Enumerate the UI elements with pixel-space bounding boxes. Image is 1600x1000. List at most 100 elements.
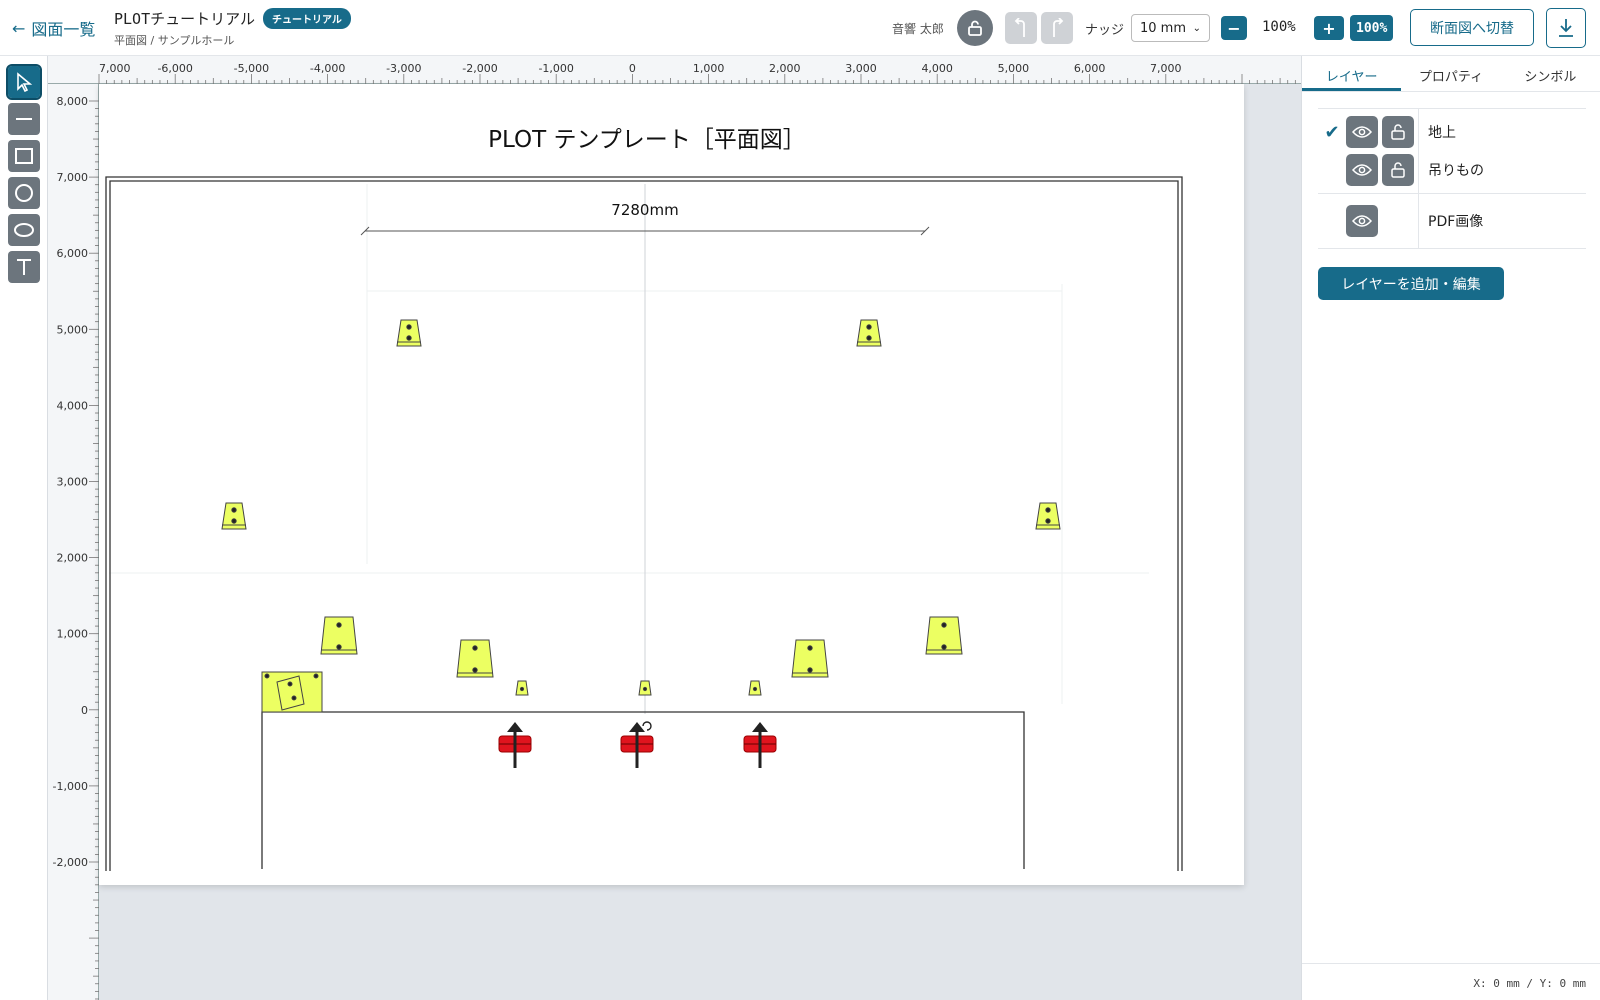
ruler-label: 3,000 bbox=[57, 476, 89, 489]
rectangle-tool[interactable] bbox=[8, 140, 40, 172]
download-icon bbox=[1559, 19, 1573, 37]
monitor-speaker-symbol[interactable] bbox=[925, 616, 963, 655]
zoom-reset-button[interactable]: 100% bbox=[1350, 15, 1394, 41]
drawing-toolbar bbox=[0, 56, 48, 1000]
rectangle-icon bbox=[15, 148, 33, 164]
small-speaker-symbol[interactable] bbox=[638, 680, 652, 696]
dimension-label: 7280mm bbox=[611, 201, 678, 219]
ruler-label: 6,000 bbox=[1074, 62, 1106, 75]
back-link-label: 図面一覧 bbox=[31, 20, 96, 39]
ruler-label: -2,000 bbox=[53, 856, 88, 869]
vertical-ruler: 8,000 7,000 6,000 5,000 4,000 3,000 2,000 1,000… bbox=[48, 84, 99, 1000]
speaker-symbols[interactable] bbox=[221, 319, 1061, 713]
undo-button[interactable] bbox=[1005, 12, 1037, 44]
ruler-label: 3,000 bbox=[845, 62, 877, 75]
ruler-label: 1,000 bbox=[57, 628, 89, 641]
tab-properties[interactable]: プロパティ bbox=[1401, 56, 1500, 91]
ruler-label: -5,000 bbox=[234, 62, 269, 75]
drawing-paper[interactable]: PLOT テンプレート［平面図］ 7280mm bbox=[99, 84, 1244, 885]
app-header: ← 図面一覧 PLOTチュートリアル チュートリアル 平面図 / サンプルホール… bbox=[0, 0, 1600, 56]
layer-row-ground[interactable]: ✔ 地上 bbox=[1318, 113, 1586, 151]
eye-icon bbox=[1352, 215, 1372, 227]
panel-footer-divider bbox=[1302, 963, 1600, 964]
visibility-toggle-button[interactable] bbox=[1346, 154, 1378, 186]
monitor-speaker-symbol[interactable] bbox=[320, 616, 358, 655]
rotate-handle-icon[interactable] bbox=[642, 721, 652, 731]
equipment-block-symbol[interactable] bbox=[261, 671, 323, 713]
title-block: PLOTチュートリアル チュートリアル 平面図 / サンプルホール bbox=[114, 8, 351, 48]
lock-toggle-button[interactable] bbox=[957, 10, 993, 46]
arrow-left-icon: ← bbox=[12, 18, 26, 38]
redo-icon bbox=[1053, 18, 1064, 37]
horizontal-ruler: 7,000 -6,000 -5,000 -4,000 -3,000 -2,000 -1,00… bbox=[48, 56, 1301, 84]
select-tool[interactable] bbox=[6, 64, 42, 100]
text-icon bbox=[17, 259, 31, 275]
floor-plan-drawing[interactable]: PLOT テンプレート［平面図］ 7280mm bbox=[99, 84, 1244, 885]
monitor-speaker-symbol[interactable] bbox=[791, 639, 829, 678]
zoom-in-button[interactable]: + bbox=[1314, 16, 1344, 40]
ellipse-icon bbox=[14, 223, 34, 237]
zoom-out-button[interactable]: − bbox=[1221, 16, 1247, 40]
ruler-label: 5,000 bbox=[57, 323, 89, 336]
ruler-label: 8,000 bbox=[57, 95, 89, 108]
back-to-list-link[interactable]: ← 図面一覧 bbox=[12, 16, 95, 40]
unlock-icon bbox=[968, 20, 982, 36]
undo-icon bbox=[1014, 18, 1025, 37]
speaker-symbol[interactable] bbox=[1035, 502, 1061, 530]
circle-tool[interactable] bbox=[8, 177, 40, 209]
tab-symbols[interactable]: シンボル bbox=[1501, 56, 1600, 91]
check-icon: ✔ bbox=[1324, 121, 1340, 143]
layer-row-hanging[interactable]: 吊りもの bbox=[1318, 151, 1586, 189]
ruler-label: 5,000 bbox=[998, 62, 1030, 75]
ruler-label: 4,000 bbox=[921, 62, 953, 75]
lock-toggle-button[interactable] bbox=[1382, 116, 1414, 148]
switch-to-section-button[interactable]: 断面図へ切替 bbox=[1410, 9, 1534, 46]
lock-toggle-button[interactable] bbox=[1382, 154, 1414, 186]
visibility-toggle-button[interactable] bbox=[1346, 116, 1378, 148]
canvas-area[interactable]: 7,000 -6,000 -5,000 -4,000 -3,000 -2,000 -1,00… bbox=[48, 56, 1301, 1000]
nudge-select[interactable]: 10 mm ⌄ bbox=[1131, 14, 1210, 42]
hall-walls[interactable] bbox=[105, 176, 1183, 871]
ruler-label: -1,000 bbox=[53, 780, 88, 793]
user-name: 音響 太郎 bbox=[892, 22, 944, 36]
unlock-icon bbox=[1391, 124, 1405, 140]
visibility-toggle-button[interactable] bbox=[1346, 205, 1378, 237]
microphone-symbols[interactable] bbox=[498, 722, 777, 768]
ruler-label: 2,000 bbox=[57, 552, 89, 565]
layer-name: PDF画像 bbox=[1428, 214, 1484, 230]
small-speaker-symbol[interactable] bbox=[515, 680, 529, 696]
monitor-speaker-symbol[interactable] bbox=[456, 639, 494, 678]
tab-layers[interactable]: レイヤー bbox=[1302, 56, 1402, 91]
speaker-symbol[interactable] bbox=[396, 319, 422, 347]
ruler-label: 0 bbox=[81, 704, 88, 717]
ruler-label: 7,000 bbox=[1150, 62, 1182, 75]
text-tool[interactable] bbox=[8, 251, 40, 283]
add-edit-layer-button[interactable]: レイヤーを追加・編集 bbox=[1318, 267, 1504, 300]
nudge-label: ナッジ bbox=[1085, 23, 1125, 38]
redo-button[interactable] bbox=[1041, 12, 1073, 44]
ruler-label: 6,000 bbox=[57, 247, 89, 260]
download-button[interactable] bbox=[1546, 8, 1586, 48]
layer-name: 吊りもの bbox=[1428, 163, 1484, 179]
line-tool[interactable] bbox=[8, 103, 40, 135]
eye-icon bbox=[1352, 164, 1372, 176]
ruler-label: 2,000 bbox=[769, 62, 801, 75]
ruler-label: 7,000 bbox=[99, 62, 131, 75]
drawing-title: PLOT テンプレート［平面図］ bbox=[488, 127, 806, 153]
layer-group-pdf: PDF画像 bbox=[1318, 193, 1586, 249]
microphone-symbol[interactable] bbox=[743, 722, 777, 768]
ruler-label: -3,000 bbox=[386, 62, 421, 75]
ellipse-tool[interactable] bbox=[8, 214, 40, 246]
microphone-symbol[interactable] bbox=[498, 722, 532, 768]
layer-row-pdf[interactable]: PDF画像 bbox=[1318, 202, 1586, 240]
side-panel: レイヤー プロパティ シンボル ✔ 地上 吊りもの PDF画像 レイヤーを追加・… bbox=[1301, 56, 1600, 1000]
guide-lines bbox=[109, 184, 1149, 704]
cursor-coordinates: X: 0 mm / Y: 0 mm bbox=[1473, 977, 1586, 990]
small-speaker-symbol[interactable] bbox=[748, 680, 762, 696]
speaker-symbol[interactable] bbox=[856, 319, 882, 347]
zoom-level: 100% bbox=[1262, 19, 1296, 35]
vertical-ruler-ticks: 8,000 7,000 6,000 5,000 4,000 3,000 2,000 1,000… bbox=[53, 95, 99, 1000]
speaker-symbol[interactable] bbox=[221, 502, 247, 530]
microphone-symbol[interactable] bbox=[620, 722, 654, 768]
circle-icon bbox=[15, 184, 33, 202]
